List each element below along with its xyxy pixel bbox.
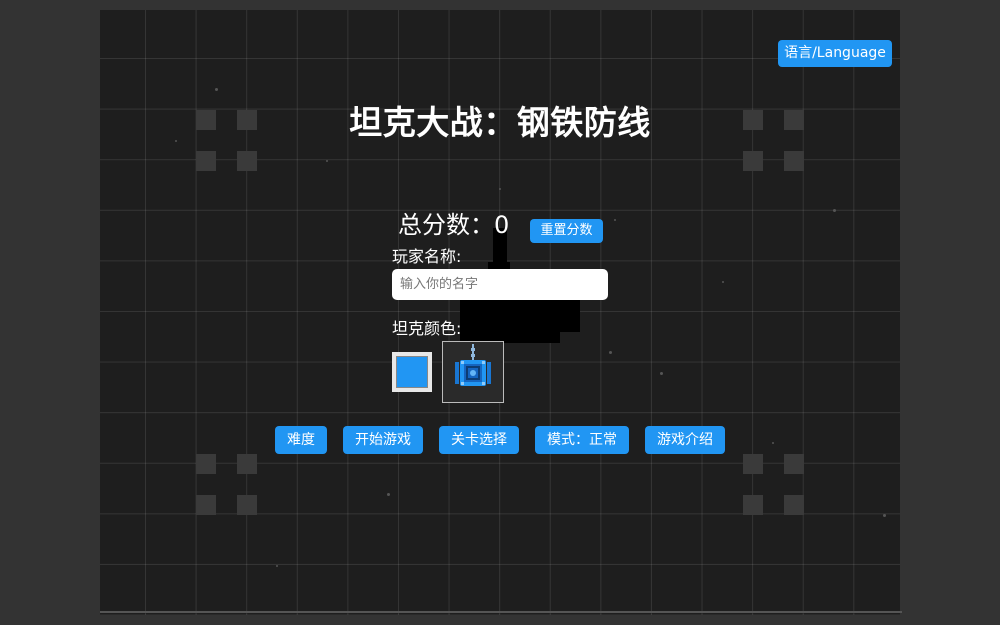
level-select-button[interactable]: 关卡选择 [439,426,519,454]
difficulty-button[interactable]: 难度 [275,426,327,454]
start-game-button[interactable]: 开始游戏 [343,426,423,454]
score-value: 0 [494,211,510,239]
player-name-label: 玩家名称: [392,247,462,266]
bottom-divider [100,611,902,613]
total-score: 总分数：0 [398,205,509,240]
language-button[interactable]: 语言/Language [778,40,892,67]
tank-color-label: 坦克颜色: [392,319,462,338]
tank-color-picker[interactable] [392,352,432,392]
tank-preview [442,341,504,403]
game-intro-button[interactable]: 游戏介绍 [645,426,725,454]
reset-score-button[interactable]: 重置分数 [530,219,603,243]
player-name-input[interactable] [392,269,608,300]
game-canvas: 语言/Language 坦克大战：钢铁防线 总分数：0 重置分数 玩家名称: 坦… [100,10,900,615]
tank-icon [455,344,491,386]
mode-button[interactable]: 模式：正常 [535,426,629,454]
score-label: 总分数： [398,211,494,239]
game-title: 坦克大战：钢铁防线 [349,103,651,142]
color-swatch [396,356,428,388]
